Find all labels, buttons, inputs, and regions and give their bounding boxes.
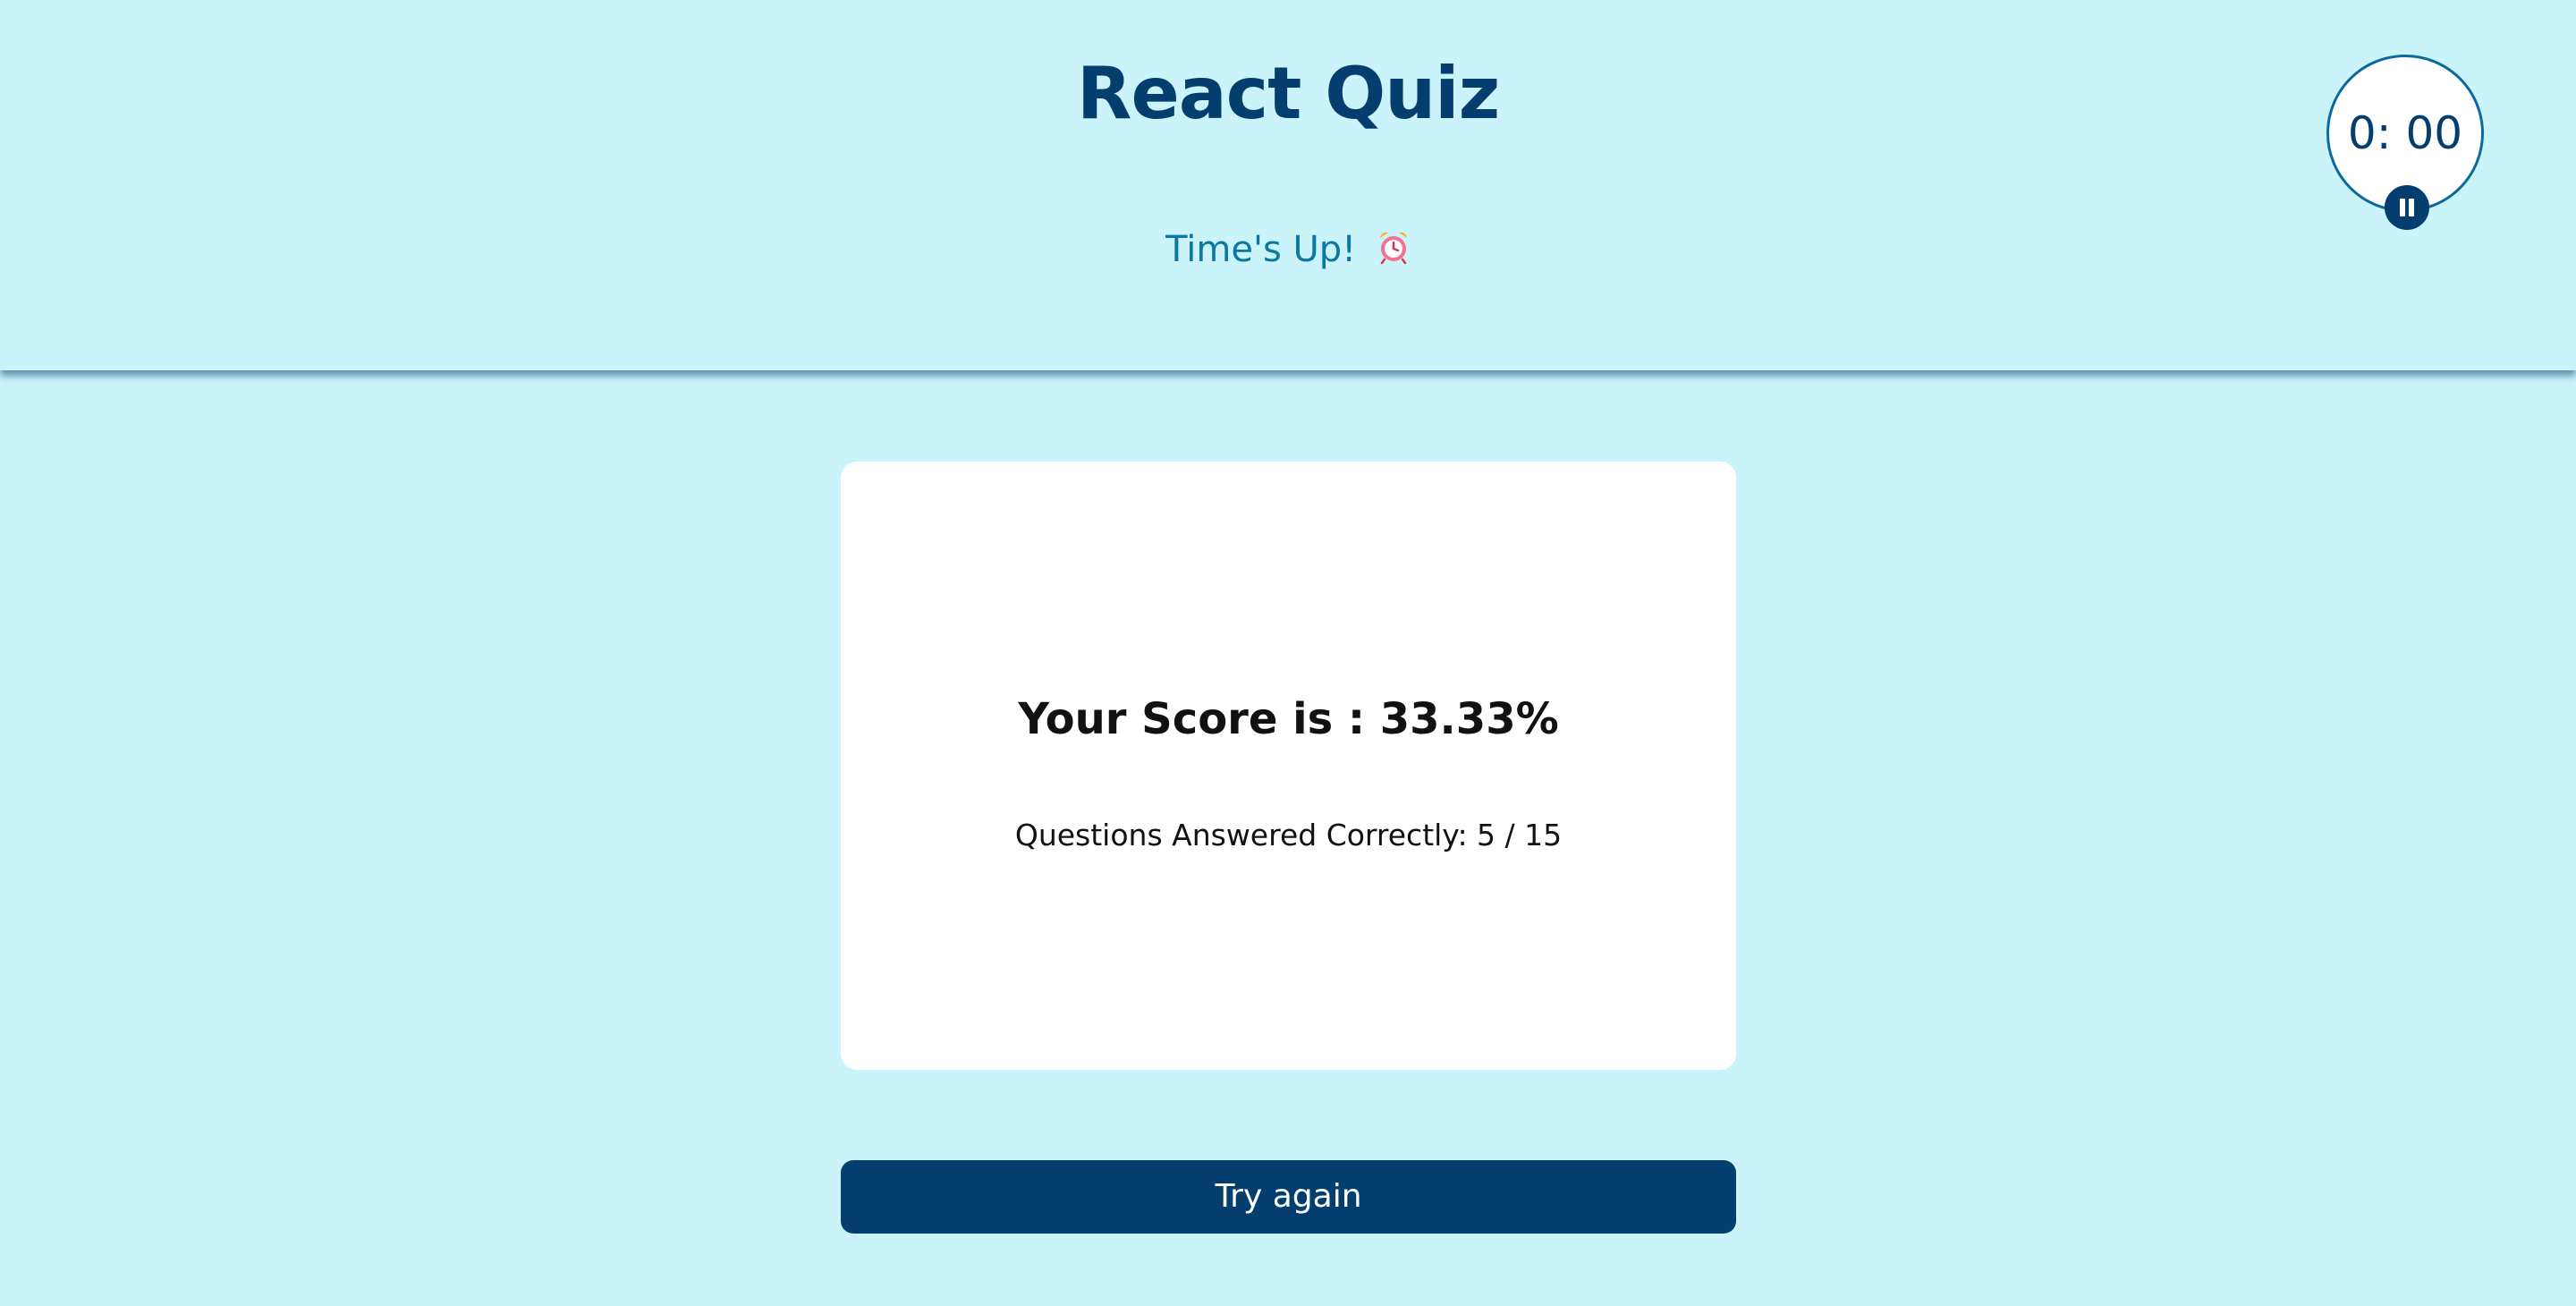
alarm-clock-icon: [1379, 232, 1407, 265]
page-title: React Quiz: [1076, 52, 1500, 135]
status-text: Time's Up!: [1165, 229, 1357, 270]
answered-count: Questions Answered Correctly: 5 / 15: [1014, 818, 1563, 852]
pause-icon: [2409, 199, 2414, 216]
pause-button[interactable]: [2385, 185, 2429, 230]
timer-display: 0: 00: [2347, 107, 2463, 159]
quiz-header: React Quiz Time's Up! 0: 00: [0, 0, 2576, 370]
pause-icon: [2400, 199, 2405, 216]
score-heading: Your Score is : 33.33%: [1018, 694, 1559, 744]
try-again-button[interactable]: Try again: [841, 1160, 1736, 1234]
status-message: Time's Up!: [0, 229, 2576, 270]
result-card: Your Score is : 33.33% Questions Answere…: [841, 462, 1736, 1070]
